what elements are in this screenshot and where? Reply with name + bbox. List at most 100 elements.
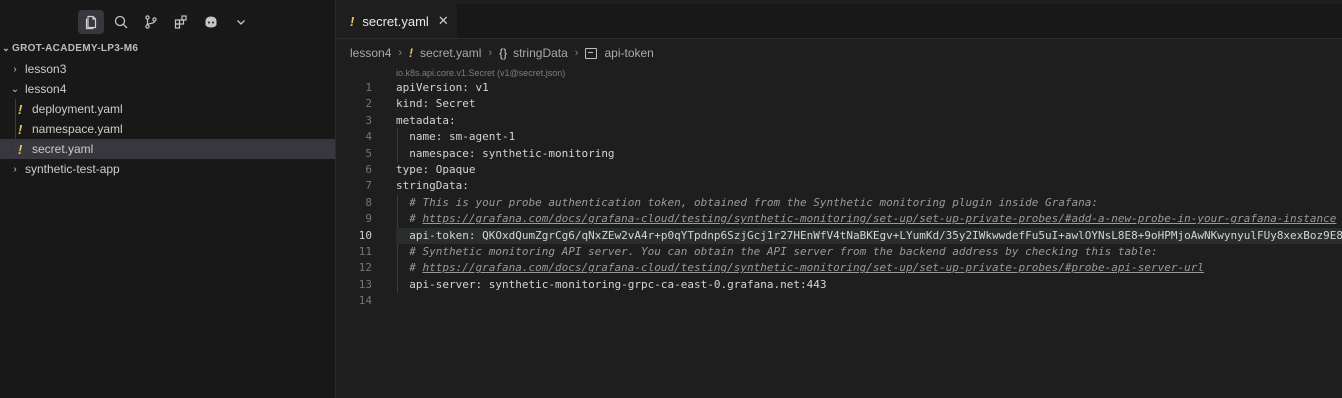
explorer-root-label: GROT-ACADEMY-LP3-M6 [12,42,139,54]
schema-codelens[interactable]: io.k8s.api.core.v1.Secret (v1@secret.jso… [396,68,565,78]
line-content: # https://grafana.com/docs/grafana-cloud… [396,260,1204,276]
tree-item-label: namespace.yaml [32,122,123,136]
yaml-file-icon: ! [18,101,23,117]
breadcrumb-key[interactable]: api-token [604,46,653,60]
breadcrumb-file[interactable]: secret.yaml [420,46,481,60]
line-number: 14 [358,294,372,308]
sidebar-toolbar [78,10,254,34]
copilot-icon[interactable] [198,10,224,34]
vscode-window: ⌄ GROT-ACADEMY-LP3-M6 › lesson3 ⌄ lesson… [0,0,1342,398]
chevron-right-icon: › [13,163,17,175]
yaml-file-icon: ! [18,121,23,137]
line-content: # https://grafana.com/docs/grafana-cloud… [396,211,1336,227]
tab-bar: ! secret.yaml ✕ [336,4,1342,39]
tree-item-label: lesson3 [25,62,67,76]
yaml-file-icon: ! [18,141,23,157]
line-number: 5 [365,146,372,160]
yaml-key: apiVersion: [396,81,469,94]
files-icon[interactable] [78,10,104,34]
tree-folder-lesson4[interactable]: ⌄ lesson4 [0,79,335,99]
code-line[interactable]: 10 api-token: QKOxdQumZgrCg6/qNxZEw2vA4r… [336,227,1342,244]
code-line[interactable]: 1 apiVersion: v1 [336,80,1342,96]
tree-item-label: lesson4 [25,82,67,96]
file-tree: › lesson3 ⌄ lesson4 ! deployment.yaml ! … [0,59,335,179]
chevron-down-icon[interactable] [228,10,254,34]
line-number: 3 [365,113,372,127]
code-line[interactable]: 2 kind: Secret [336,96,1342,112]
breadcrumb-separator: › [398,47,403,59]
chevron-down-icon: ⌄ [10,83,20,95]
line-number: 6 [365,162,372,176]
line-number: 12 [358,261,372,275]
yaml-key: metadata: [396,113,456,127]
code-line[interactable]: 3 metadata: [336,113,1342,129]
tree-file-deployment[interactable]: ! deployment.yaml [0,99,335,119]
close-icon[interactable]: ✕ [438,13,449,29]
yaml-comment: # This is your probe authentication toke… [409,195,1098,209]
code-line[interactable]: 7 stringData: [336,178,1342,194]
yaml-key: stringData: [396,179,469,193]
line-content: namespace: synthetic-monitoring [396,146,614,162]
source-control-icon[interactable] [138,10,164,34]
tree-item-label: deployment.yaml [32,102,123,116]
line-number: 2 [365,97,372,111]
indent-guide [15,99,16,119]
yaml-file-icon: ! [409,46,414,60]
tree-item-label: secret.yaml [32,142,94,156]
line-content: kind: Secret [396,96,475,112]
yaml-value: synthetic-monitoring-grpc-ca-east-0.graf… [482,277,827,291]
breadcrumb-key[interactable]: stringData [513,46,568,60]
tree-file-secret[interactable]: ! secret.yaml [0,139,335,159]
explorer-root-header[interactable]: ⌄ GROT-ACADEMY-LP3-M6 [0,40,138,56]
line-number: 13 [358,277,372,291]
line-content: apiVersion: v1 [396,80,489,96]
tab-secret-yaml[interactable]: ! secret.yaml ✕ [336,4,457,38]
code-line[interactable]: 4 name: sm-agent-1 [336,129,1342,146]
line-content: # This is your probe authentication toke… [396,195,1098,211]
chevron-down-icon: ⌄ [2,42,10,53]
search-icon[interactable] [108,10,134,34]
code-line[interactable]: 6 type: Opaque [336,162,1342,178]
tree-folder-synthetic-test-app[interactable]: › synthetic-test-app [0,159,335,179]
indent-guide [15,139,16,159]
breadcrumb-separator: › [488,47,493,59]
yaml-key: type: [396,162,430,176]
code-line[interactable]: 8 # This is your probe authentication to… [336,194,1342,212]
yaml-value: Opaque [429,162,476,176]
comment-link[interactable]: https://grafana.com/docs/grafana-cloud/t… [423,261,1204,274]
extensions-icon[interactable] [168,10,194,34]
yaml-file-icon: ! [350,13,355,29]
chevron-right-icon: › [13,63,17,75]
line-number: 1 [365,81,372,94]
code-line[interactable]: 12 # https://grafana.com/docs/grafana-cl… [336,260,1342,277]
code-editor[interactable]: 1 apiVersion: v1 2 kind: Secret 3 metadata: 4 … [336,80,1342,309]
code-line[interactable]: 13 api-server: synthetic-monitoring-grpc… [336,276,1342,294]
code-line[interactable]: 9 # https://grafana.com/docs/grafana-clo… [336,211,1342,228]
line-number: 7 [365,179,372,193]
line-number: 9 [365,212,372,226]
breadcrumb-folder[interactable]: lesson4 [350,46,391,60]
yaml-value: v1 [468,81,489,94]
tree-folder-lesson3[interactable]: › lesson3 [0,59,335,79]
comment-link[interactable]: https://grafana.com/docs/grafana-cloud/t… [423,212,1337,225]
line-number: 4 [365,130,372,144]
line-content: metadata: [396,113,456,129]
indent-guide [15,119,16,139]
yaml-comment: # [409,212,423,226]
tab-label: secret.yaml [362,13,429,29]
line-content: api-token: QKOxdQumZgrCg6/qNxZEw2vA4r+p0… [396,227,1342,244]
editor-area: ! secret.yaml ✕ lesson4 › ! secret.yaml … [336,0,1342,398]
code-line[interactable]: 14 [336,293,1342,309]
code-line[interactable]: 11 # Synthetic monitoring API server. Yo… [336,243,1342,261]
yaml-value: sm-agent-1 [442,130,516,144]
yaml-value: Secret [429,97,476,111]
line-content: api-server: synthetic-monitoring-grpc-ca… [396,277,826,293]
yaml-key: api-server: [409,277,483,291]
yaml-comment: # [409,261,423,275]
yaml-key: api-token: [409,228,476,242]
yaml-key: name: [409,130,443,144]
code-line[interactable]: 5 namespace: synthetic-monitoring [336,145,1342,162]
object-icon: {} [499,46,508,60]
tree-file-namespace[interactable]: ! namespace.yaml [0,119,335,139]
yaml-value: QKOxdQumZgrCg6/qNxZEw2vA4r+p0qYTpdnp6Szj… [475,228,1342,242]
